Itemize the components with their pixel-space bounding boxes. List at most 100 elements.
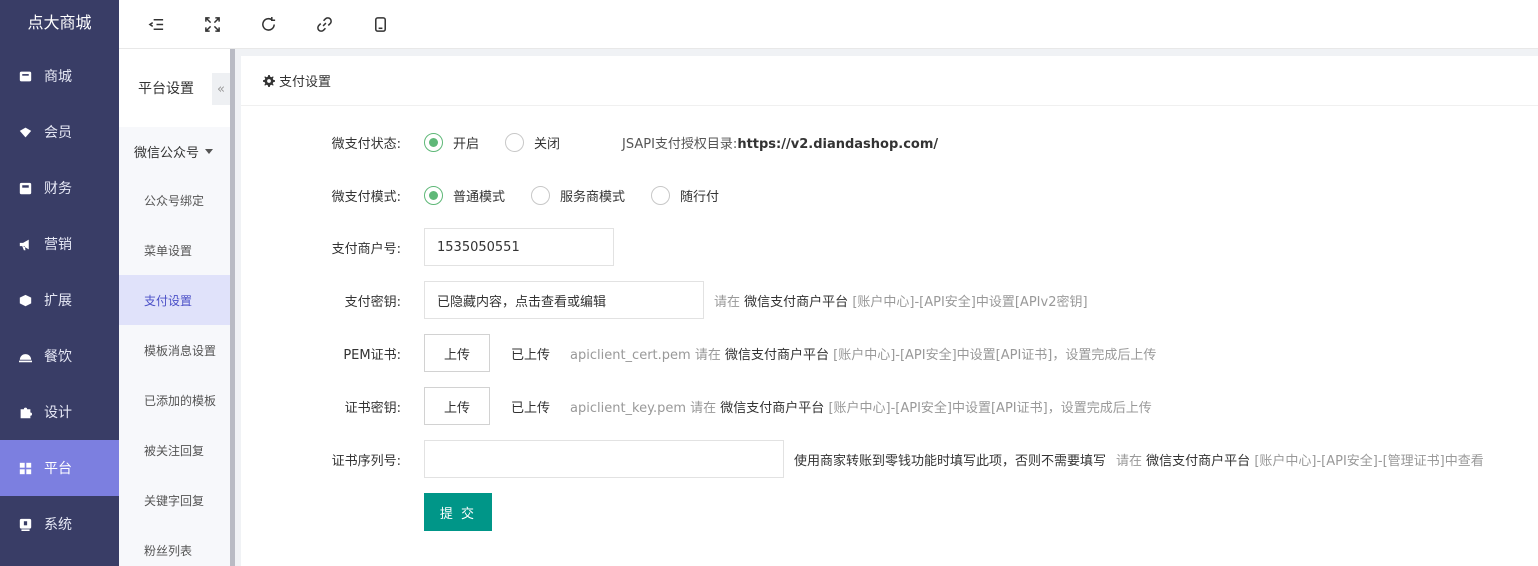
certkey-field: 上传 已上传 apiclient_key.pem 请在 微信支付商户平台 [账户… [424,387,1152,425]
form-row-secret: 支付密钥: 已隐藏内容，点击查看或编辑 请在 微信支付商户平台 [账户中心]-[… [241,281,1088,319]
secret-input[interactable]: 已隐藏内容，点击查看或编辑 [424,281,704,319]
link-icon[interactable] [315,15,333,33]
sidebar-item-label: 会员 [44,125,72,141]
serial-note: 使用商家转账到零钱功能时填写此项，否则不需要填写 [794,453,1107,469]
gear-icon [263,74,275,87]
subnav-item-fans-list[interactable]: 粉丝列表 [119,525,230,566]
jsapi-value: https://v2.diandashop.com/ [737,136,939,152]
secret-hint: 请在 微信支付商户平台 [账户中心]-[API安全]中设置[APIv2密钥] [714,291,1088,310]
grid-icon [19,462,32,475]
merchant-id-input[interactable]: 1535050551 [424,228,614,266]
sidebar-item-system[interactable]: 系统 [0,496,119,552]
sidebar-item-marketing[interactable]: 营销 [0,216,119,272]
hint-text: [账户中心]-[API安全]中设置[API证书]，设置完成后上传 [828,400,1152,416]
menu-fold-icon[interactable] [147,15,165,33]
mode-radio-normal[interactable]: 普通模式 [424,185,506,205]
submit-button[interactable]: 提 交 [424,493,492,531]
subnav-body: 微信公众号 公众号绑定 菜单设置 支付设置 模板消息设置 已添加的模板 被关注回… [119,127,230,566]
subnav-group-wechat[interactable]: 微信公众号 [119,127,230,175]
status-radio-on[interactable]: 开启 [424,132,479,152]
pem-field: 上传 已上传 apiclient_cert.pem 请在 微信支付商户平台 [账… [424,334,1156,372]
subnav-group-label: 微信公众号 [134,145,200,161]
sidebar-item-design[interactable]: 设计 [0,384,119,440]
sidebar-item-platform[interactable]: 平台 [0,440,119,496]
subnav-item-payment-settings[interactable]: 支付设置 [119,275,230,325]
radio-unchecked-icon [531,185,551,205]
sidebar-item-dining[interactable]: 餐饮 [0,328,119,384]
merchant-field: 1535050551 [424,228,614,266]
sidebar-item-label: 平台 [44,461,72,477]
jsapi-label: JSAPI支付授权目录: [622,136,738,152]
certkey-upload-button[interactable]: 上传 [424,387,490,425]
subnav-item-menu-settings[interactable]: 菜单设置 [119,225,230,275]
status-radio-off[interactable]: 关闭 [505,132,561,152]
merchant-label: 支付商户号: [331,241,401,257]
hint-platform: 微信支付商户平台 [744,294,849,310]
mode-label: 微支付模式: [331,189,401,205]
form-row-mode: 微支付模式: 普通模式 服务商模式 随行付 [241,183,745,207]
sidebar-item-finance[interactable]: 财务 [0,160,119,216]
sidebar-item-shop[interactable]: 商城 [0,48,119,104]
hint-platform: 微信支付商户平台 [1146,453,1251,469]
jsapi-directory: JSAPI支付授权目录:https://v2.diandashop.com/ [622,133,938,152]
form-row-status: 微支付状态: 开启 关闭 JSAPI支付授权目录:https://v2.dian… [241,130,938,154]
subnav-item-keyword-reply[interactable]: 关键字回复 [119,475,230,525]
mode-field: 普通模式 服务商模式 随行付 [424,185,745,205]
main-panel: 支付设置 微支付状态: 开启 关闭 JSAPI支付授权目录:https://v2… [241,56,1538,566]
caret-down-icon [205,148,214,154]
subnav-title-text: 平台设置 [138,81,194,97]
radio-label: 关闭 [534,136,561,152]
form-row-pem: PEM证书: 上传 已上传 apiclient_cert.pem 请在 微信支付… [241,334,1156,372]
hint-text: [账户中心]-[API安全]-[管理证书]中查看 [1254,453,1484,469]
sidebar-item-label: 商城 [44,69,72,85]
megaphone-icon [19,238,32,251]
sidebar-item-label: 营销 [44,237,72,253]
refresh-icon[interactable] [259,15,277,33]
pem-hint: apiclient_cert.pem 请在 微信支付商户平台 [账户中心]-[A… [570,344,1156,363]
fullscreen-icon[interactable] [203,15,221,33]
hint-text: [账户中心]-[API安全]中设置[APIv2密钥] [852,294,1088,310]
subnav-item-template-message[interactable]: 模板消息设置 [119,325,230,375]
certkey-uploaded-status: 已上传 [511,400,551,416]
serial-input[interactable] [424,440,784,478]
radio-unchecked-icon [651,185,671,205]
serial-label: 证书序列号: [331,453,401,469]
pem-upload-button[interactable]: 上传 [424,334,490,372]
sidebar-item-label: 餐饮 [44,349,72,365]
dish-icon [19,350,32,363]
hint-text: apiclient_key.pem 请在 [570,400,717,416]
collapse-button[interactable]: « [212,73,230,105]
hint-text: 请在 [1116,453,1143,469]
secret-label: 支付密钥: [344,294,401,310]
cube-icon [19,294,32,307]
radio-checked-icon [424,185,443,205]
pem-label: PEM证书: [343,347,401,363]
subnav-item-added-templates[interactable]: 已添加的模板 [119,375,230,425]
sidebar-item-label: 系统 [44,517,72,533]
radio-label: 普通模式 [453,189,506,205]
mode-radio-suixingfu[interactable]: 随行付 [651,185,719,205]
secret-field: 已隐藏内容，点击查看或编辑 请在 微信支付商户平台 [账户中心]-[API安全]… [424,281,1088,319]
form-row-serial: 证书序列号: 使用商家转账到零钱功能时填写此项，否则不需要填写 请在 微信支付商… [241,440,1484,478]
subnav-title: 平台设置 « [119,49,230,127]
certkey-hint: apiclient_key.pem 请在 微信支付商户平台 [账户中心]-[AP… [570,397,1152,416]
shop-icon [19,70,32,83]
mode-radio-provider[interactable]: 服务商模式 [531,185,625,205]
finance-icon [19,182,32,195]
sidebar-item-extend[interactable]: 扩展 [0,272,119,328]
hint-text: [账户中心]-[API安全]中设置[API证书]，设置完成后上传 [833,347,1157,363]
hint-platform: 微信支付商户平台 [720,400,825,416]
submit-field: 提 交 [424,493,492,531]
form-row-submit: 提 交 [241,493,492,531]
panel-title: 支付设置 [279,75,332,90]
sidebar-item-member[interactable]: 会员 [0,104,119,160]
sidebar-item-label: 财务 [44,181,72,197]
pem-uploaded-status: 已上传 [511,347,551,363]
subnav-scrollbar[interactable] [230,49,235,566]
form-row-merchant: 支付商户号: 1535050551 [241,228,614,266]
subnav-item-follow-reply[interactable]: 被关注回复 [119,425,230,475]
brand-title: 点大商城 [27,13,92,32]
subnav-item-account-binding[interactable]: 公众号绑定 [119,175,230,225]
form-row-certkey: 证书密钥: 上传 已上传 apiclient_key.pem 请在 微信支付商户… [241,387,1152,425]
tablet-icon[interactable] [371,15,389,33]
